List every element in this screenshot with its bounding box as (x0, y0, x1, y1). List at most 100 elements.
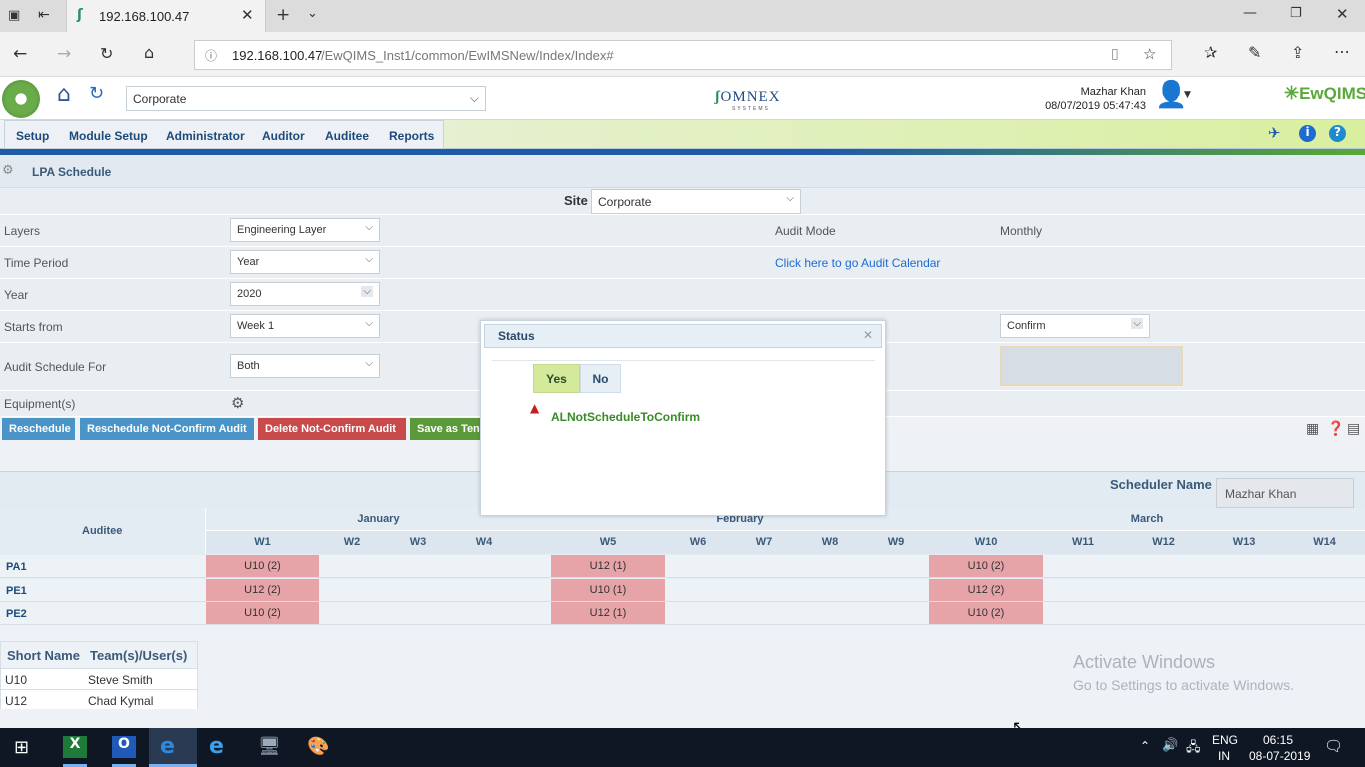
close-dialog-icon[interactable]: ✕ (863, 328, 873, 342)
audit-cell[interactable]: U10 (2) (929, 555, 1043, 577)
language-code[interactable]: ENG (1212, 733, 1238, 747)
audit-cell[interactable]: U10 (1) (551, 579, 665, 601)
help-icon[interactable]: ? (1329, 125, 1346, 142)
starts-from-value: Week 1 (237, 320, 275, 332)
omnex-logo: ʃOMNEX (715, 89, 781, 106)
menu-administrator[interactable]: Administrator (166, 129, 245, 143)
user-menu-caret-icon[interactable]: ▼ (1184, 90, 1191, 100)
legend-user-name: Chad Kymal (88, 694, 154, 708)
paint-icon[interactable]: 🎨 (307, 736, 329, 757)
back-icon[interactable]: ← (13, 44, 27, 64)
site-field[interactable]: Corporate ⌵ (591, 189, 801, 214)
schedule-for-select[interactable]: Both ⌵ (230, 354, 380, 378)
audit-cell[interactable]: U12 (1) (551, 602, 665, 624)
audit-cell[interactable]: U12 (1) (551, 555, 665, 577)
equipment-settings-icon[interactable]: ⚙ (231, 394, 244, 412)
pen-icon[interactable]: ✎ (1248, 43, 1261, 62)
week-header: W4 (475, 536, 493, 548)
time-period-select[interactable]: Year ⌵ (230, 250, 380, 274)
menu-module-setup[interactable]: Module Setup (69, 129, 148, 143)
scheduler-field[interactable]: Mazhar Khan (1216, 478, 1354, 508)
volume-icon[interactable]: 🔊 (1162, 738, 1178, 753)
home-icon[interactable]: ⌂ (144, 43, 154, 62)
equipment-label: Equipment(s) (4, 397, 76, 411)
network-computer-icon[interactable]: 🖥 (258, 736, 281, 757)
audit-cell[interactable]: U10 (2) (929, 602, 1043, 624)
restore-icon[interactable]: ❐ (1290, 6, 1302, 21)
menu-auditee[interactable]: Auditee (325, 129, 369, 143)
reschedule-not-confirm-button[interactable]: Reschedule Not-Confirm Audit (80, 418, 254, 440)
new-tab-icon[interactable]: + (276, 5, 290, 25)
brand-sub: SYSTEMS (732, 106, 770, 112)
minimize-icon[interactable]: — (1243, 5, 1257, 21)
layers-select[interactable]: Engineering Layer ⌵ (230, 218, 380, 242)
url-field[interactable]: ⓘ 192.168.100.47 /EwQIMS_Inst1/common/Ew… (194, 40, 1172, 70)
share-icon[interactable]: ⇪ (1291, 43, 1304, 62)
clock-time[interactable]: 06:15 (1263, 733, 1293, 747)
chevron-down-icon: ⌵ (786, 193, 794, 204)
windows-start-icon[interactable]: ⊞ (14, 737, 29, 758)
edge-icon[interactable]: e (160, 734, 175, 759)
info-icon[interactable]: i (1299, 125, 1316, 142)
clock-date[interactable]: 08-07-2019 (1249, 749, 1310, 763)
auditee-header: Auditee (82, 525, 123, 537)
more-icon[interactable]: ⋯ (1334, 42, 1350, 61)
forward-icon[interactable]: → (57, 44, 71, 64)
year-select[interactable]: 2020 ⌵ (230, 282, 380, 306)
audit-cell[interactable]: U10 (2) (206, 602, 319, 624)
calendar-view-icon[interactable]: ▦ (1306, 421, 1319, 437)
menu-auditor[interactable]: Auditor (262, 129, 305, 143)
week-header: W13 (1232, 536, 1256, 548)
menu-reports[interactable]: Reports (389, 129, 434, 143)
audit-cell[interactable]: U12 (2) (206, 579, 319, 601)
site-favicon-icon: ʃ (77, 7, 83, 23)
reschedule-button[interactable]: Reschedule (2, 418, 75, 440)
site-field-value: Corporate (598, 195, 652, 209)
module-icon: ⚙ (2, 163, 14, 178)
close-tab-icon[interactable]: ✕ (241, 6, 254, 24)
schedule-for-label: Audit Schedule For (4, 360, 107, 374)
delete-not-confirm-button[interactable]: Delete Not-Confirm Audit (258, 418, 406, 440)
audit-cell[interactable]: U10 (2) (206, 555, 319, 577)
dialog-divider (492, 360, 875, 361)
reading-view-icon[interactable]: ▯ (1111, 46, 1119, 62)
language-region[interactable]: IN (1218, 749, 1230, 763)
internet-explorer-icon[interactable]: e (209, 734, 224, 759)
yes-button[interactable]: Yes (533, 364, 580, 393)
chevron-down-icon: ⌵ (365, 358, 373, 369)
grid-view-icon[interactable]: ▤ (1347, 421, 1360, 437)
browser-tab[interactable]: ʃ 192.168.100.47 ✕ (66, 0, 266, 32)
user-avatar-icon[interactable]: 👤 (1155, 80, 1187, 110)
close-window-icon[interactable]: ✕ (1336, 5, 1349, 23)
help-bubble-icon[interactable]: ❓ (1327, 421, 1344, 437)
favorite-star-icon[interactable]: ☆ (1143, 45, 1156, 63)
excel-icon[interactable]: X (63, 736, 87, 758)
main-menu: Setup Module Setup Administrator Auditor… (0, 119, 1365, 149)
confirm-select[interactable]: Confirm ⌵ (1000, 314, 1150, 338)
refresh-icon[interactable]: ↻ (100, 44, 113, 63)
network-icon[interactable]: 🖧 (1186, 738, 1201, 760)
product-name: EwQIMS (1299, 84, 1365, 103)
show-hidden-icons-icon[interactable]: ⌃ (1140, 739, 1150, 753)
tab-list-chevron-icon[interactable]: ⌄ (307, 6, 318, 21)
pin-icon[interactable]: ✈ (1268, 124, 1281, 142)
audit-cell[interactable]: U12 (2) (929, 579, 1043, 601)
no-button[interactable]: No (580, 364, 621, 393)
app-logo-icon[interactable] (2, 80, 40, 118)
week-header: W1 (254, 536, 271, 548)
set-aside-tabs-icon[interactable]: ⇤ (38, 7, 50, 23)
week-header: W6 (689, 536, 707, 548)
outlook-icon[interactable]: O (112, 736, 136, 758)
action-center-icon[interactable]: 🗨 (1324, 737, 1343, 755)
site-select-value: Corporate (133, 92, 187, 106)
scheduler-value: Mazhar Khan (1225, 487, 1297, 501)
starts-from-select[interactable]: Week 1 ⌵ (230, 314, 380, 338)
refresh-app-icon[interactable]: ↻ (89, 83, 104, 104)
audit-calendar-link[interactable]: Click here to go Audit Calendar (775, 256, 940, 270)
favorites-hub-icon[interactable]: ✰ (1204, 43, 1217, 62)
tab-actions-icon[interactable]: ▣ (8, 8, 20, 23)
menu-setup[interactable]: Setup (16, 129, 49, 143)
home-app-icon[interactable]: ⌂ (57, 82, 71, 107)
save-as-template-button[interactable]: Save as Ten (410, 418, 482, 440)
site-select[interactable]: Corporate ⌵ (126, 86, 486, 111)
